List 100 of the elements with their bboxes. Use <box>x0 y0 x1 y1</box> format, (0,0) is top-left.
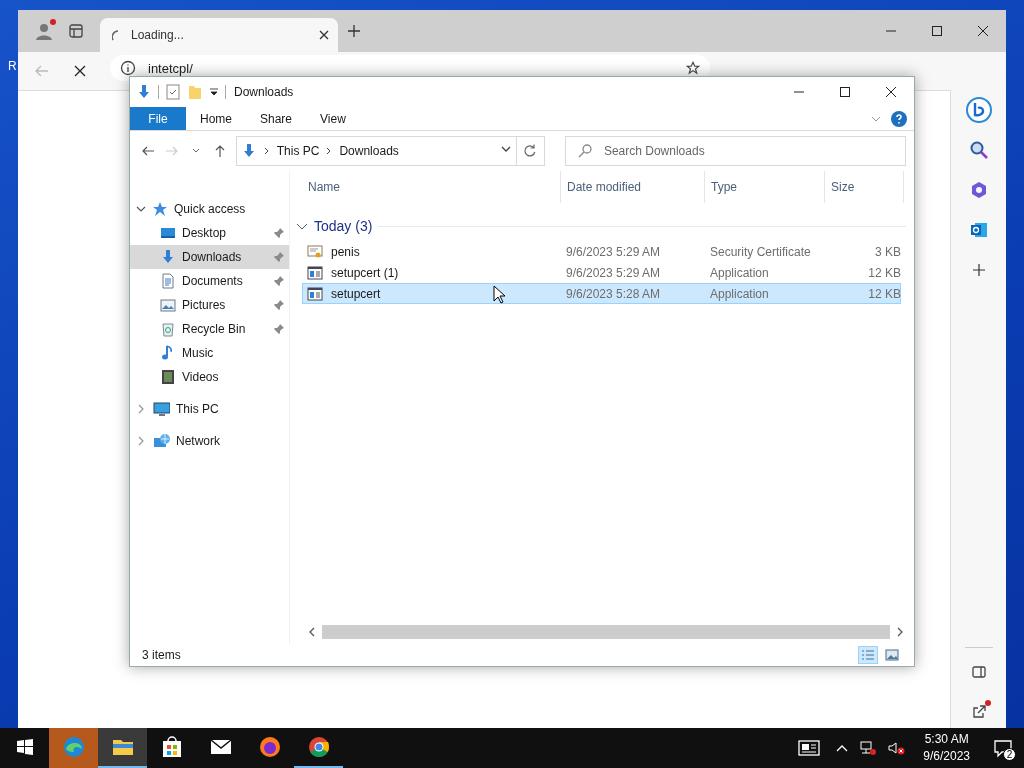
notification-dot <box>984 700 991 706</box>
star-icon <box>152 201 168 217</box>
column-header[interactable]: Date modified <box>561 171 705 203</box>
application-icon <box>307 264 323 281</box>
chevron-down-icon <box>136 204 146 214</box>
ribbon-tab[interactable]: View <box>306 107 360 130</box>
clock[interactable]: 5:30 AM 9/6/2023 <box>923 731 970 765</box>
browser-tab[interactable]: Loading... <box>100 18 338 52</box>
file-name: setupcert <box>330 286 382 301</box>
breadcrumb-item[interactable]: Downloads <box>339 144 399 158</box>
plus-icon <box>970 262 987 278</box>
desktop-icon-label: R <box>8 59 17 73</box>
close-icon <box>885 86 897 98</box>
notification-dot <box>50 19 56 25</box>
nav-item[interactable]: Videos <box>130 365 289 389</box>
chevron-right-icon <box>136 436 146 446</box>
panel-icon <box>970 664 987 680</box>
close-icon <box>977 25 989 37</box>
notification-button[interactable]: 2 <box>988 733 1018 763</box>
scrollbar-thumb[interactable] <box>322 624 890 639</box>
pin-icon <box>273 275 285 287</box>
newspaper-icon <box>798 740 821 756</box>
network-icon <box>152 433 170 449</box>
nav-item[interactable]: Quick access <box>130 197 289 221</box>
document-icon <box>160 273 176 289</box>
pin-icon <box>273 299 285 311</box>
maximize-icon <box>931 25 943 37</box>
ribbon-tab[interactable]: Home <box>186 107 246 130</box>
file-row[interactable]: setupcert 9/6/2023 5:28 AM Application 12 KB <box>302 283 901 304</box>
file-name: penis <box>330 244 361 259</box>
nav-item[interactable]: Desktop <box>130 221 289 245</box>
file-row[interactable]: setupcert (1) 9/6/2023 5:29 AM Application 12 KB <box>302 262 901 283</box>
speech-bubble-icon <box>964 96 993 124</box>
star-icon[interactable] <box>686 61 700 75</box>
mail-icon <box>968 220 989 240</box>
windows-logo-icon <box>15 738 34 756</box>
maximize-icon <box>839 86 851 98</box>
monitor-icon <box>152 401 170 417</box>
dropdown-caret-icon[interactable] <box>209 87 219 97</box>
caret-left-icon <box>308 626 316 637</box>
file-name: setupcert (1) <box>330 265 400 280</box>
film-icon <box>160 369 176 385</box>
nav-item[interactable]: Music <box>130 341 289 365</box>
close-icon[interactable] <box>318 29 330 41</box>
taskbar-app-button[interactable] <box>98 728 147 768</box>
muted-speaker-icon[interactable] <box>887 740 906 756</box>
profile-icon <box>34 21 54 41</box>
checklist-icon[interactable] <box>165 84 181 100</box>
network-icon[interactable] <box>859 740 878 756</box>
list-icon <box>861 649 875 661</box>
application-icon <box>307 285 323 302</box>
nav-item[interactable]: This PC <box>130 397 289 421</box>
pin-icon <box>273 251 285 263</box>
date-cell-text: 9/6/2023 5:29 AM <box>565 244 662 259</box>
recycle-bin-icon <box>160 321 176 337</box>
type-cell-text: Application <box>709 286 770 301</box>
desktop-icon <box>160 225 176 241</box>
mouse-pointer-icon <box>493 285 507 305</box>
window-title: Downloads <box>234 85 294 99</box>
breadcrumb-item[interactable]: This PC <box>276 144 320 158</box>
message-icon <box>993 738 1013 758</box>
chevron-right-icon <box>262 146 271 156</box>
chrome-ball-icon <box>306 735 331 759</box>
tab-title: Loading... <box>131 28 185 42</box>
address-bar[interactable]: This PC Downloads <box>235 136 545 166</box>
loading-spinner-icon <box>112 29 119 41</box>
address-text: intetcpl/ <box>148 60 194 76</box>
file-row[interactable]: penis 9/6/2023 5:29 AM Security Certificate 3 KB <box>302 241 901 262</box>
type-cell-text: Application <box>709 265 770 280</box>
pictures-icon <box>160 297 176 313</box>
nav-item[interactable]: Documents <box>130 269 289 293</box>
nav-item[interactable]: Pictures <box>130 293 289 317</box>
chevron-right-icon <box>136 404 146 414</box>
pin-icon <box>273 323 285 335</box>
column-header[interactable]: Size <box>825 171 904 203</box>
status-text: 3 items <box>142 648 181 662</box>
column-header[interactable]: Name <box>302 171 561 203</box>
tiles-view-button[interactable] <box>882 646 902 664</box>
info-icon <box>120 60 136 76</box>
plus-icon <box>346 23 362 39</box>
nav-item[interactable]: Network <box>130 429 289 453</box>
size-cell-text: 12 KB <box>867 265 902 280</box>
tab-panel-icon <box>68 23 84 39</box>
group-header[interactable]: Today (3) <box>314 218 373 234</box>
nav-item[interactable]: Recycle Bin <box>130 317 289 341</box>
help-icon <box>891 110 907 127</box>
pin-icon <box>273 227 285 239</box>
search-icon <box>968 140 989 160</box>
browser-swirl-icon <box>61 735 86 759</box>
external-link-icon <box>970 704 987 720</box>
date-cell-text: 9/6/2023 5:29 AM <box>565 265 662 280</box>
image-icon <box>885 649 899 661</box>
type-cell-text: Security Certificate <box>709 244 812 259</box>
search-field[interactable]: Search Downloads <box>564 136 906 166</box>
file-tab[interactable]: File <box>130 107 186 130</box>
size-cell-text: 3 KB <box>874 244 902 259</box>
nav-item[interactable]: Downloads <box>130 245 289 269</box>
column-header[interactable]: Type <box>705 171 825 203</box>
ribbon-tab[interactable]: Share <box>246 107 307 130</box>
notification-count: 2 <box>1003 748 1016 761</box>
